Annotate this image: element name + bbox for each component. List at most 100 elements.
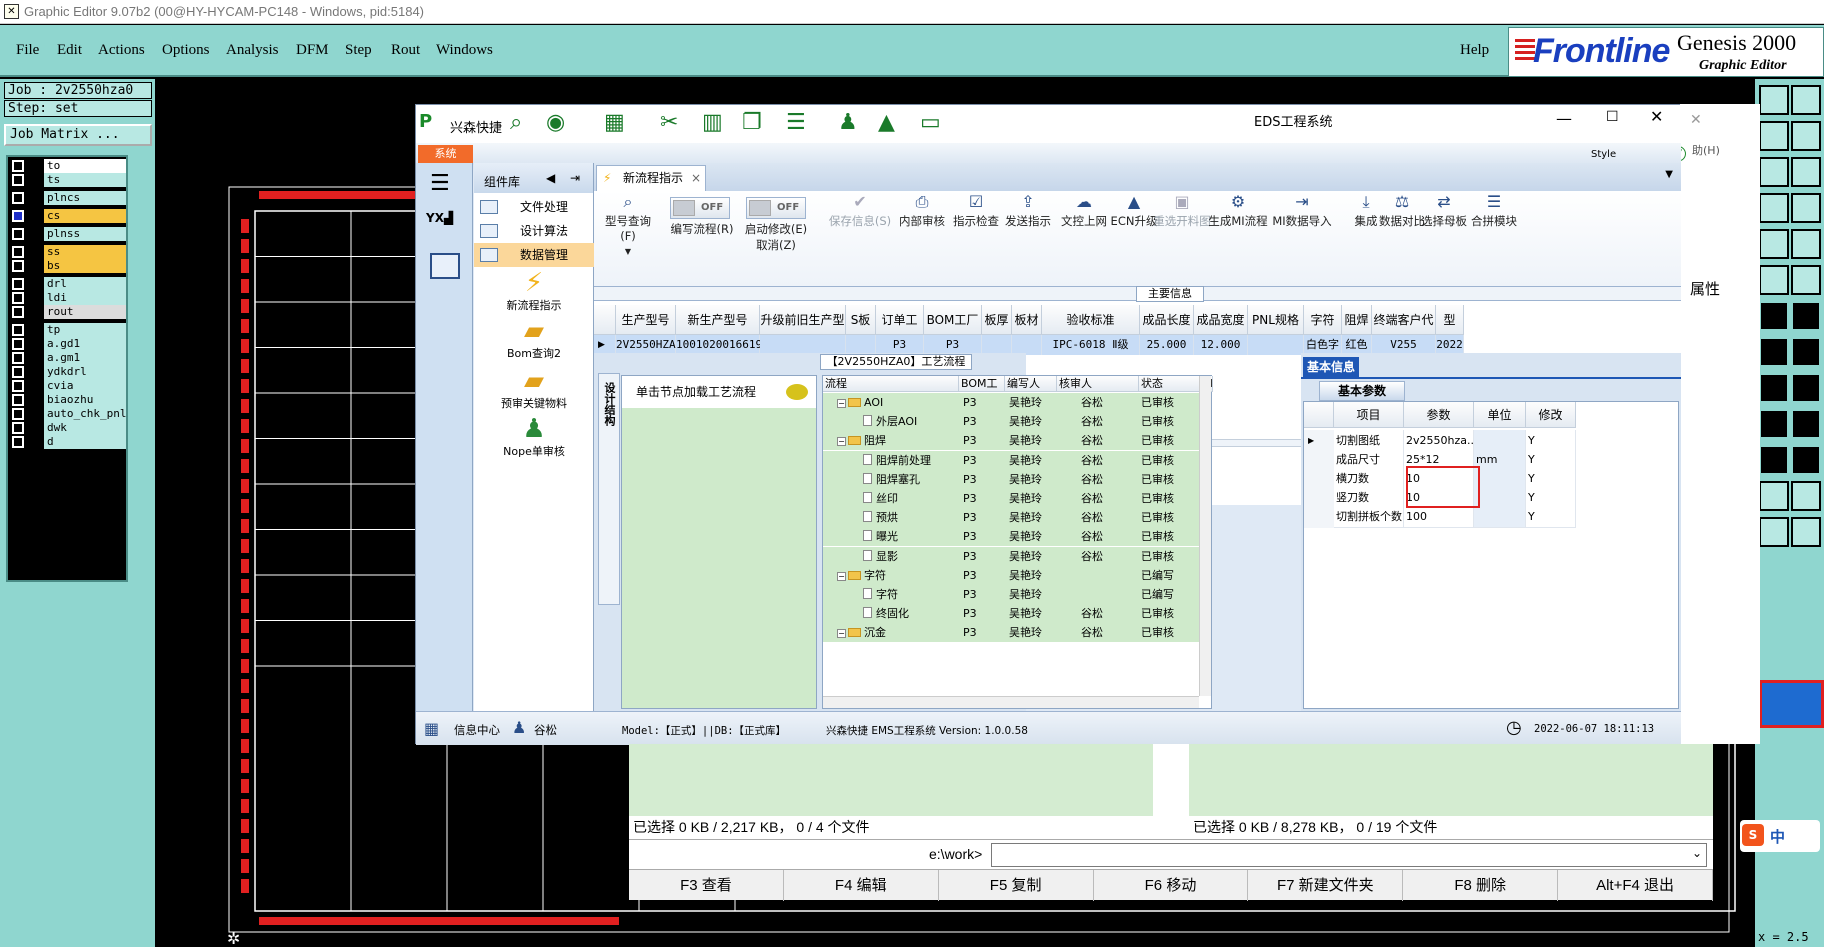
right-tool-button[interactable] [1791, 409, 1821, 439]
tab-close-icon[interactable]: × [691, 166, 701, 190]
main-cell[interactable]: 10010200166194 [676, 335, 769, 355]
main-col-header[interactable]: 新生产型号 [676, 305, 760, 335]
menu-rout[interactable]: Rout [391, 42, 420, 59]
design-structure-tab[interactable]: 设计结构 [598, 373, 620, 605]
flow-row[interactable]: − 字符 P3 吴艳玲 已编写 [823, 565, 1199, 585]
basic-cell-mod[interactable]: Y [1526, 506, 1576, 528]
flow-row[interactable]: 丝印 P3 吴艳玲 谷松 已审核 [823, 489, 1199, 508]
right-file-pane[interactable] [1189, 744, 1713, 816]
right-tool-button[interactable] [1791, 481, 1821, 511]
main-col-header[interactable]: 板厚 [982, 305, 1012, 335]
basic-col-header[interactable]: 修改 [1526, 402, 1576, 428]
right-tool-button[interactable] [1759, 193, 1789, 223]
function-key[interactable]: F6 移动 [1094, 870, 1249, 901]
right-tool-button[interactable] [1759, 481, 1789, 511]
tool-button[interactable]: ⚙ 生成MI流程 [1206, 191, 1270, 229]
menu-windows[interactable]: Windows [436, 42, 493, 59]
right-tool-button[interactable] [1791, 265, 1821, 295]
layer-row-drl[interactable]: drl [10, 277, 126, 291]
layer-row-cvia[interactable]: cvia [10, 379, 126, 393]
flow-row[interactable]: 阻焊塞孔 P3 吴艳玲 谷松 已审核 [823, 469, 1199, 489]
main-cell[interactable] [1012, 335, 1042, 355]
menu-options[interactable]: Options [162, 42, 210, 59]
layer-row-bs[interactable]: bs [10, 259, 126, 273]
main-col-header[interactable]: 字符 [1304, 305, 1342, 335]
ime-indicator[interactable]: S 中 [1740, 820, 1820, 852]
main-cell[interactable]: 2V2550HZA0 [616, 335, 682, 355]
main-col-header[interactable]: 成品宽度 [1194, 305, 1248, 335]
right-tool-button[interactable] [1791, 85, 1821, 115]
left-file-pane[interactable] [629, 744, 1153, 816]
main-cell[interactable] [846, 335, 876, 355]
layer-checkbox[interactable] [12, 338, 24, 350]
right-tool-button[interactable] [1791, 517, 1821, 547]
layer-row-rout[interactable]: rout [10, 305, 126, 319]
layer-checkbox[interactable] [12, 160, 24, 172]
right-tool-button[interactable] [1759, 229, 1789, 259]
main-col-header[interactable]: 型 [1436, 305, 1464, 335]
flow-row[interactable]: 字符 P3 吴艳玲 已编写 [823, 585, 1199, 604]
collapse-icon[interactable]: − [837, 571, 846, 581]
right-tool-button[interactable] [1759, 157, 1789, 187]
copy-icon[interactable]: ❐ [742, 112, 762, 134]
main-cell[interactable] [1248, 335, 1304, 355]
flow-row[interactable]: 预烘 P3 吴艳玲 谷松 已审核 [823, 508, 1199, 528]
flow-hscroll[interactable] [823, 696, 1199, 708]
main-col-header[interactable]: 订单工厂 [876, 305, 924, 357]
layer-checkbox[interactable] [12, 228, 24, 240]
main-col-header[interactable]: 阻焊 [1342, 305, 1372, 335]
menu-step[interactable]: Step [345, 42, 372, 59]
main-col-header[interactable]: 生产型号 [616, 305, 676, 335]
function-key[interactable]: F4 编辑 [784, 870, 939, 901]
minimize-button[interactable]: — [1556, 109, 1572, 128]
grid-icon[interactable]: ▦ [604, 112, 625, 134]
key-material-button[interactable]: ▰ 预审关键物料 [474, 367, 594, 411]
basic-col-header[interactable]: 参数 [1404, 402, 1474, 428]
main-col-header[interactable]: 验收标准 [1042, 305, 1140, 335]
basic-cell-item[interactable]: 切割拼板个数 [1334, 506, 1404, 528]
layer-checkbox[interactable] [12, 192, 24, 204]
basic-cell-unit[interactable] [1474, 506, 1526, 528]
main-col-header[interactable]: PNL规格 [1248, 305, 1304, 335]
main-col-header[interactable]: 升级前旧生产型号 [760, 305, 846, 357]
menu-dfm[interactable]: DFM [296, 42, 329, 59]
right-tool-button[interactable] [1791, 301, 1821, 331]
right-tool-button[interactable] [1759, 337, 1789, 367]
layer-checkbox[interactable] [12, 394, 24, 406]
function-key[interactable]: Alt+F4 退出 [1558, 870, 1713, 901]
command-input[interactable]: ⌄ [991, 843, 1707, 867]
close-button[interactable]: ✕ [1650, 107, 1663, 126]
function-key[interactable]: F5 复制 [939, 870, 1094, 901]
tab-dropdown-icon[interactable]: ▼ [1665, 169, 1673, 180]
right-tool-button[interactable] [1759, 445, 1789, 475]
flow-row[interactable]: 终固化 P3 吴艳玲 谷松 已审核 [823, 604, 1199, 624]
right-tool-button[interactable] [1759, 121, 1789, 151]
basic-params-tab[interactable]: 基本参数 [1319, 381, 1405, 401]
yx-factory-icon[interactable]: YX▟ [426, 211, 462, 241]
comp-item-data[interactable]: 数据管理 [474, 243, 594, 267]
basic-col-header[interactable]: 单位 [1474, 402, 1526, 428]
main-cell[interactable]: 2022 [1436, 335, 1464, 355]
layer-row-plnss[interactable]: plnss [10, 227, 126, 241]
new-flow-button[interactable]: ⚡ 新流程指示 [474, 269, 594, 313]
layer-checkbox[interactable] [12, 210, 24, 222]
system-tab[interactable]: 系统 [418, 145, 473, 163]
right-tool-button[interactable] [1759, 301, 1789, 331]
menu-file[interactable]: File [16, 42, 39, 59]
layer-row-ydkdrl[interactable]: ydkdrl [10, 365, 126, 379]
tool-button[interactable]: ▣ 重选开料图 [1150, 191, 1214, 229]
basic-col-header[interactable]: 项目 [1334, 402, 1404, 428]
main-cell[interactable]: P3 [924, 335, 982, 355]
flow-row[interactable]: − 沉金 P3 吴艳玲 谷松 已审核 [823, 623, 1199, 643]
main-col-header[interactable]: 板材 [1012, 305, 1042, 335]
layer-checkbox[interactable] [12, 278, 24, 290]
main-cell[interactable]: 红色 [1342, 335, 1372, 355]
layer-checkbox[interactable] [12, 324, 24, 336]
close-icon[interactable]: ✕ [1690, 112, 1702, 128]
info-center[interactable]: 信息中心 [454, 722, 500, 738]
flow-col-header[interactable]: 核审人 [1057, 376, 1139, 392]
layer-checkbox[interactable] [12, 352, 24, 364]
flow-row[interactable]: 显影 P3 吴艳玲 谷松 已审核 [823, 546, 1199, 566]
right-tool-button[interactable] [1791, 121, 1821, 151]
tool-button[interactable]: ☰ 合拼模块 [1462, 191, 1526, 229]
